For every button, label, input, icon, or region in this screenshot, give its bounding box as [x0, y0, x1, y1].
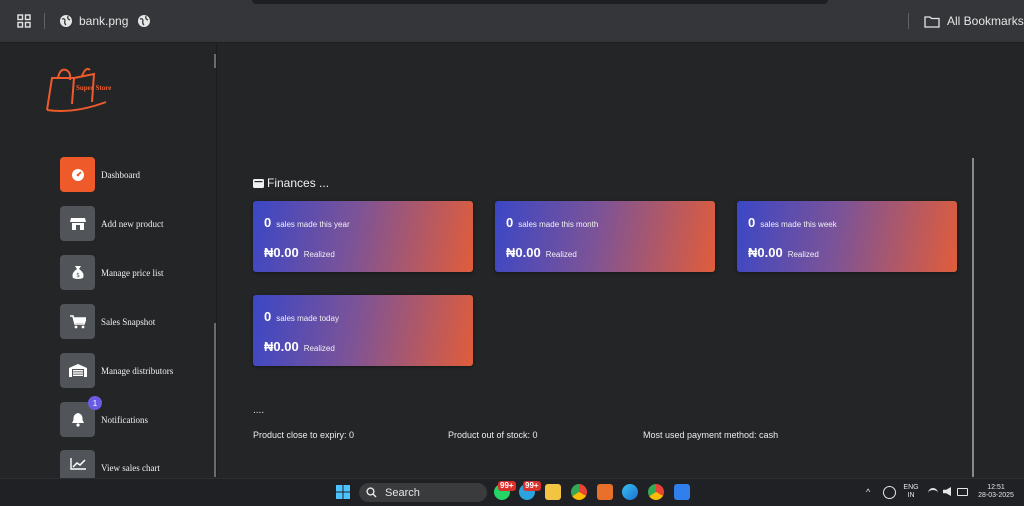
- stat-out-of-stock: Product out of stock: 0: [448, 430, 538, 440]
- chevron-up-icon[interactable]: ^: [866, 487, 870, 497]
- browser-toolbar: bank.png All Bookmarks: [0, 0, 1024, 43]
- line-chart-icon: [60, 450, 95, 478]
- bookmark-tab-bank[interactable]: bank.png: [59, 13, 128, 29]
- sales-period-label: sales made today: [276, 314, 339, 323]
- sync-icon[interactable]: [883, 486, 896, 499]
- bell-icon: 1: [60, 396, 102, 437]
- chrome-icon[interactable]: [571, 484, 587, 500]
- vscode-icon[interactable]: [674, 484, 690, 500]
- search-label: Search: [385, 486, 420, 499]
- sidebar-item-label: Sales Snapshot: [101, 316, 156, 327]
- edge-icon[interactable]: [622, 484, 638, 500]
- sales-status: Realized: [545, 250, 577, 259]
- windows-taskbar: Search 99+ 99+ ^ ENG IN 12:51 28-03-2025: [0, 478, 1024, 506]
- volume-icon[interactable]: [943, 487, 951, 496]
- xampp-icon[interactable]: [597, 484, 613, 500]
- main-scrollbar[interactable]: [972, 158, 974, 477]
- wifi-icon[interactable]: [928, 488, 938, 497]
- sidebar-item-label: Manage price list: [101, 267, 164, 278]
- sales-status: Realized: [303, 250, 335, 259]
- sidebar-item-add-new-product[interactable]: Add new product: [60, 206, 210, 241]
- clock-time: 12:51: [987, 484, 1005, 491]
- finance-card-today: 0 sales made today ₦0.00 Realized: [253, 295, 473, 366]
- stat-expiry: Product close to expiry: 0: [253, 430, 355, 440]
- sidebar-border: [216, 43, 217, 477]
- logo-text: Super Store: [76, 84, 112, 92]
- globe-icon[interactable]: [137, 13, 151, 29]
- sales-amount: ₦0.00: [264, 339, 299, 354]
- toolbar-divider: [44, 13, 45, 29]
- finances-section-title: Finances ...: [253, 176, 329, 190]
- whatsapp-badge: 99+: [498, 481, 516, 491]
- sidebar-item-label: Add new product: [101, 218, 164, 229]
- sidebar-item-label: View sales chart: [101, 462, 160, 473]
- finance-card-year: 0 sales made this year ₦0.00 Realized: [253, 201, 473, 272]
- language-region: IN: [907, 492, 915, 499]
- window-notch: [252, 0, 828, 4]
- sales-amount: ₦0.00: [264, 245, 299, 260]
- sales-status: Realized: [303, 344, 335, 353]
- dashboard-gauge-icon: [60, 157, 95, 192]
- bookmark-label: bank.png: [79, 14, 129, 28]
- sidebar-item-dashboard[interactable]: Dashboard: [60, 157, 210, 192]
- sales-amount: ₦0.00: [748, 245, 783, 260]
- wallet-icon: [253, 179, 264, 188]
- taskbar-search[interactable]: Search: [359, 483, 487, 502]
- sales-count: 0: [264, 309, 272, 324]
- cart-icon: [60, 304, 95, 339]
- summary-separator: ....: [253, 405, 265, 416]
- sales-status: Realized: [787, 250, 819, 259]
- finances-title-text: Finances ...: [267, 176, 330, 190]
- chrome-profile-icon[interactable]: [648, 484, 664, 500]
- store-icon: [60, 206, 95, 241]
- battery-icon[interactable]: [957, 488, 968, 496]
- svg-text:$: $: [76, 272, 80, 279]
- sidebar-scrollbar-top[interactable]: [214, 54, 216, 68]
- sales-period-label: sales made this week: [760, 220, 837, 229]
- sales-count: 0: [748, 215, 756, 230]
- super-store-logo[interactable]: Super Store: [44, 64, 140, 114]
- warehouse-icon: [60, 353, 95, 388]
- all-bookmarks-label: All Bookmarks: [947, 14, 1024, 28]
- sidebar-item-label: Dashboard: [101, 169, 140, 180]
- sales-period-label: sales made this month: [518, 220, 599, 229]
- notification-badge: 1: [88, 396, 102, 410]
- telegram-badge: 99+: [523, 481, 541, 491]
- sidebar-item-manage-distributors[interactable]: Manage distributors: [60, 353, 210, 388]
- sales-amount: ₦0.00: [506, 245, 541, 260]
- sales-count: 0: [264, 215, 272, 230]
- finance-card-week: 0 sales made this week ₦0.00 Realized: [737, 201, 957, 272]
- sidebar-item-manage-price-list[interactable]: $ Manage price list: [60, 255, 210, 290]
- apps-grid-icon[interactable]: [17, 13, 31, 29]
- finance-card-month: 0 sales made this month ₦0.00 Realized: [495, 201, 715, 272]
- sidebar-scrollbar[interactable]: [214, 323, 216, 477]
- sales-period-label: sales made this year: [276, 220, 350, 229]
- sales-count: 0: [506, 215, 514, 230]
- toolbar-divider: [908, 13, 909, 29]
- language-indicator[interactable]: ENG IN: [902, 484, 920, 500]
- money-bag-icon: $: [60, 255, 95, 290]
- sidebar-item-label: Manage distributors: [101, 365, 174, 376]
- stat-payment-method: Most used payment method: cash: [643, 430, 779, 440]
- all-bookmarks-button[interactable]: All Bookmarks: [924, 13, 1024, 29]
- windows-start-icon[interactable]: [336, 485, 350, 504]
- clock-date: 28-03-2025: [978, 492, 1014, 499]
- folder-icon: [924, 15, 940, 28]
- file-explorer-icon[interactable]: [545, 484, 561, 500]
- language-code: ENG: [903, 484, 919, 491]
- sidebar-item-sales-snapshot[interactable]: Sales Snapshot: [60, 304, 210, 339]
- sidebar-item-notifications[interactable]: 1 Notifications: [60, 396, 210, 437]
- globe-icon: [60, 15, 72, 27]
- search-icon: [366, 487, 377, 498]
- clock[interactable]: 12:51 28-03-2025: [974, 484, 1018, 500]
- sidebar-item-label: Notifications: [101, 414, 148, 425]
